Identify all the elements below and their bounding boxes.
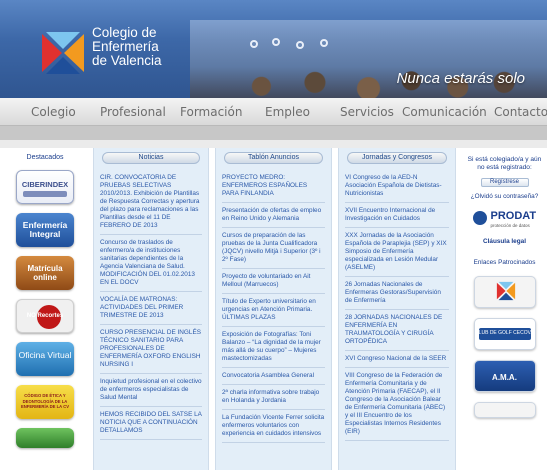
oficina-virtual-banner[interactable]: Oficina Virtual [16,342,74,376]
congress-item[interactable]: VI Congreso de la AED-N Asociación Españ… [345,170,449,203]
featured-sidebar: Destacados CIBERINDEX Enfermería Integra… [5,148,85,470]
bulletin-item[interactable]: 2ª charla informativa sobre trabajo en H… [222,385,325,410]
badge-label: Enfermería Integral [22,220,68,239]
sponsor-label: CLUB DE GOLF CECOVA [475,330,534,336]
news-item[interactable]: Concurso de traslados de enfermero/a de … [100,235,202,292]
badge-label: NO Recortes [26,313,64,319]
enfermeria-integral-banner[interactable]: Enfermería Integral [16,213,74,247]
featured-title: Destacados [26,154,64,161]
content-area: Destacados CIBERINDEX Enfermería Integra… [0,148,547,470]
ciberindex-banner[interactable]: CIBERINDEX [16,170,74,204]
congress-item[interactable]: XXX Jornadas de la Asociación Española d… [345,228,449,277]
badge-label: Matrícula online [27,264,63,282]
forgot-password-link[interactable]: ¿Olvidó su contraseña? [462,193,547,200]
sponsor-banner[interactable] [473,402,536,418]
brand-line: de Valencia [92,53,162,68]
congress-item[interactable]: XVII Encuentro Internacional de Investig… [345,203,449,228]
bulletin-item[interactable]: Presentación de ofertas de empleo en Rei… [222,203,325,228]
news-item[interactable]: VOCALÍA DE MATRONAS: ACTIVIDADES DEL PRI… [100,292,202,325]
bulletin-item[interactable]: Cursos de preparación de las pruebas de … [222,228,325,269]
header-banner: Colegio de Enfermería de Valencia Nunca … [0,0,547,98]
badge-label: Oficina Virtual [18,350,72,360]
news-column: Noticias CIR. CONVOCATORIA DE PRUEBAS SE… [93,148,209,470]
news-item[interactable]: HEMOS RECIBIDO DEL SATSE LA NOTICIA QUE … [100,407,202,440]
congress-column-header[interactable]: Jornadas y Congresos [347,152,447,164]
nav-item-contacto[interactable]: Contacto [494,105,547,119]
badge-stripe [23,191,67,197]
nav-item-formacion[interactable]: Formación [180,105,242,119]
nav-item-profesional[interactable]: Profesional [100,105,166,119]
news-item[interactable]: CURSO PRESENCIAL DE INGLÉS TÉCNICO SANIT… [100,325,202,374]
sponsors-title: Enlaces Patrocinados [473,259,536,266]
register-button[interactable]: Regístrese [480,178,529,187]
login-prompt: Si está colegiado/a y aún no está regist… [467,156,542,171]
no-recortes-banner[interactable]: NO Recortes [16,299,74,333]
news-item[interactable]: Inquietud profesional en el colectivo de… [100,374,202,407]
matricula-online-banner[interactable]: Matrícula online [16,256,74,290]
legal-clause-link[interactable]: Cláusula legal [462,238,547,245]
congress-item[interactable]: 28 JORNADAS NACIONALES DE ENFERMERÍA EN … [345,310,449,351]
brand-line: Enfermería [92,39,159,54]
prodat-logo[interactable]: PRODAT protección de datos [469,208,541,238]
green-banner[interactable] [16,428,74,448]
badge-label: CIBERINDEX [21,180,69,189]
sponsor-banner[interactable] [473,276,536,308]
nav-item-empleo[interactable]: Empleo [265,105,310,119]
congress-item[interactable]: 26 Jornadas Nacionales de Enfermeras Ges… [345,277,449,310]
banner-ceiling-lights [240,38,360,58]
news-column-header[interactable]: Noticias [101,152,201,164]
prodat-label: PRODAT [490,210,537,222]
nav-item-servicios[interactable]: Servicios [340,105,394,119]
sponsor-banner-ama[interactable]: A.M.A. [473,360,536,392]
bulletin-item[interactable]: Convocatoria Asamblea General [222,368,325,385]
prodat-sub: protección de datos [490,223,530,228]
badge-label: CÓDIGO DE ÉTICA Y DEONTOLOGÍA DE LA ENFE… [20,393,70,409]
sponsor-label: A.M.A. [492,373,517,382]
bulletin-item[interactable]: Exposición de Fotografías: Toni Balanzo … [222,327,325,368]
main-nav: Colegio Profesional Formación Empleo Ser… [0,98,547,126]
banner-tagline: Nunca estarás solo [396,70,525,87]
nav-subbar-light [0,140,547,148]
nav-subbar [0,126,547,140]
brand-name[interactable]: Colegio de Enfermería de Valencia [92,26,162,68]
bulletin-item[interactable]: La Fundación Vicente Ferrer solicita enf… [222,410,325,443]
colegio-logo-icon [496,281,515,301]
congress-column: Jornadas y Congresos VI Congreso de la A… [338,148,456,470]
bulletin-item[interactable]: PROYECTO MEDRO: ENFERMEROS ESPAÑOLES PAR… [222,170,325,203]
prodat-icon [472,211,487,225]
congress-item[interactable]: VIII Congreso de la Federación de Enferm… [345,368,449,441]
codigo-etica-banner[interactable]: CÓDIGO DE ÉTICA Y DEONTOLOGÍA DE LA ENFE… [16,385,74,419]
colegio-logo-icon[interactable] [40,30,86,76]
nav-item-colegio[interactable]: Colegio [31,105,76,119]
login-sponsors-sidebar: Si está colegiado/a y aún no está regist… [462,148,547,470]
bulletin-item[interactable]: Proyecto de voluntariado en Ait Melloul … [222,269,325,294]
bulletin-column-header[interactable]: Tablón Anuncios [224,152,323,164]
sponsor-banner-golf[interactable]: CLUB DE GOLF CECOVA [473,318,536,350]
news-item[interactable]: CIR. CONVOCATORIA DE PRUEBAS SELECTIVAS … [100,170,202,235]
nav-item-comunicacion[interactable]: Comunicación [402,105,487,119]
congress-item[interactable]: XVI Congreso Nacional de la SEER [345,351,449,368]
bulletin-board-column: Tablón Anuncios PROYECTO MEDRO: ENFERMER… [215,148,332,470]
bulletin-item[interactable]: Título de Experto universitario en urgen… [222,294,325,327]
brand-line: Colegio de [92,25,157,40]
